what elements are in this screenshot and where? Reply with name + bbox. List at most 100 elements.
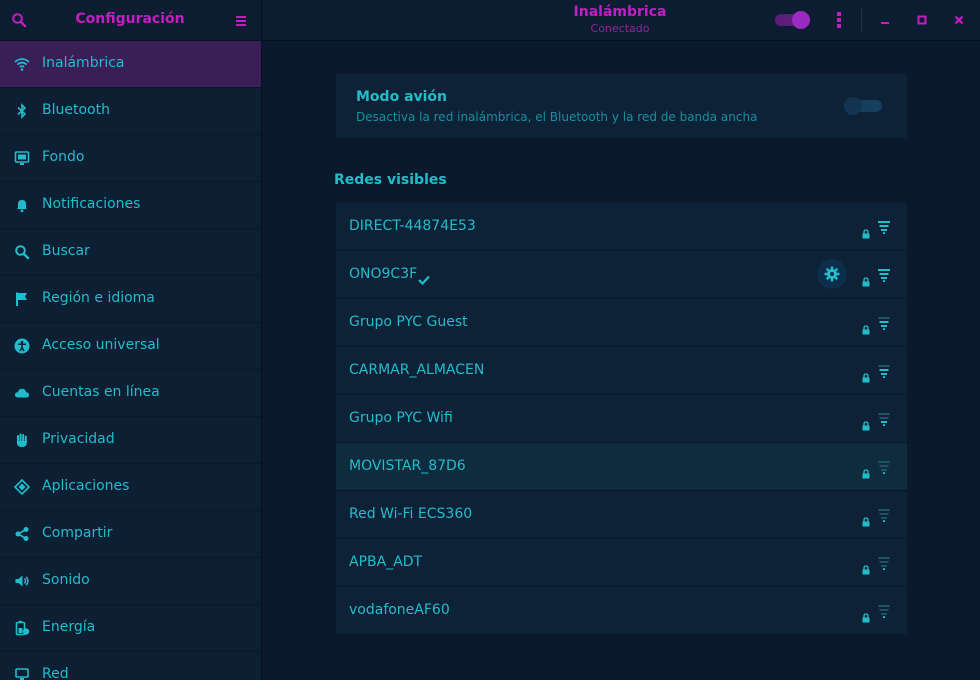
sidebar-item-label: Región e idioma (42, 290, 155, 306)
minimize-button[interactable] (877, 12, 893, 28)
network-name: vodafoneAF60 (349, 602, 450, 618)
header-bar: Configuración Inalámbrica Conectado (0, 0, 980, 41)
network-name: Grupo PYC Guest (349, 314, 468, 330)
sidebar-item-compartir[interactable]: Compartir (0, 511, 261, 558)
wifi-signal-icon (877, 507, 891, 522)
sidebar-item-aplicaciones[interactable]: Aplicaciones (0, 464, 261, 511)
wifi-toggle-switch[interactable] (775, 11, 811, 29)
sidebar-item-notificaciones[interactable]: Notificaciones (0, 182, 261, 229)
wifi-signal-icon (877, 411, 891, 426)
sidebar-item-sonido[interactable]: Sonido (0, 558, 261, 605)
main-panel: Modo avión Desactiva la red inalámbrica,… (262, 41, 980, 680)
airplane-mode-card: Modo avión Desactiva la red inalámbrica,… (335, 73, 908, 139)
sidebar-header: Configuración (0, 0, 262, 40)
toggle-knob (792, 11, 810, 29)
sidebar-item-label: Sonido (42, 572, 90, 588)
network-name: MOVISTAR_87D6 (349, 458, 466, 474)
sidebar-item-label: Notificaciones (42, 196, 141, 212)
toggle-knob (844, 97, 862, 115)
accessibility-icon (14, 338, 30, 354)
sidebar-item-cuentas-en-linea[interactable]: Cuentas en línea (0, 370, 261, 417)
sidebar-item-region-idioma[interactable]: Región e idioma (0, 276, 261, 323)
wifi-signal-icon (877, 315, 891, 330)
wifi-signal-icon (877, 219, 891, 234)
network-row-grupo-pyc-guest[interactable]: Grupo PYC Guest (336, 299, 907, 347)
wifi-signal-icon (877, 267, 891, 282)
app-title: Configuración (75, 11, 185, 27)
sidebar-item-label: Buscar (42, 243, 90, 259)
wifi-signal-icon (877, 603, 891, 618)
network-name: Grupo PYC Wifi (349, 410, 453, 426)
header-separator (861, 8, 862, 32)
maximize-button[interactable] (914, 12, 930, 28)
share-icon (14, 526, 30, 542)
bell-icon (14, 197, 30, 213)
network-name: CARMAR_ALMACEN (349, 362, 485, 378)
wifi-icon (14, 56, 30, 72)
sidebar-item-label: Privacidad (42, 431, 115, 447)
close-button[interactable] (951, 12, 967, 28)
network-settings-gear-icon[interactable] (817, 259, 847, 289)
panel-heading: Inalámbrica Conectado (520, 3, 720, 37)
network-name: DIRECT-44874E53 (349, 218, 476, 234)
lock-icon (862, 320, 870, 335)
network-row-carmar-almacen[interactable]: CARMAR_ALMACEN (336, 347, 907, 395)
battery-icon (14, 620, 30, 636)
apps-icon (13, 478, 31, 496)
lock-icon (862, 368, 870, 383)
sidebar-item-bluetooth[interactable]: Bluetooth (0, 88, 261, 135)
speaker-icon (14, 573, 30, 589)
sidebar-item-red[interactable]: Red (0, 652, 261, 680)
sidebar-item-label: Compartir (42, 525, 113, 541)
hand-icon (14, 432, 30, 448)
network-icon (14, 667, 30, 680)
network-row-red-wi-fi-ecs360[interactable]: Red Wi-Fi ECS360 (336, 491, 907, 539)
kebab-menu-icon[interactable] (835, 11, 843, 29)
panel-subtitle: Conectado (590, 22, 650, 35)
sidebar-item-energia[interactable]: Energía (0, 605, 261, 652)
sidebar-item-label: Inalámbrica (42, 55, 125, 71)
search-icon[interactable] (11, 12, 27, 28)
panel-title: Inalámbrica (573, 4, 667, 20)
sidebar-item-label: Acceso universal (42, 337, 160, 353)
lock-icon (862, 416, 870, 431)
network-row-ono9c3f[interactable]: ONO9C3F (336, 251, 907, 299)
network-row-direct-44874e53[interactable]: DIRECT-44874E53 (336, 203, 907, 251)
lock-icon (862, 272, 870, 287)
sidebar-item-acceso-universal[interactable]: Acceso universal (0, 323, 261, 370)
wifi-signal-icon (877, 363, 891, 378)
network-name: ONO9C3F (349, 266, 418, 282)
flag-icon (14, 291, 30, 307)
wifi-signal-icon (877, 459, 891, 474)
sidebar: Inalámbrica Bluetooth Fondo Notificacion… (0, 41, 262, 680)
search-icon (14, 244, 30, 260)
bluetooth-icon (14, 103, 30, 119)
visible-networks-heading: Redes visibles (334, 172, 447, 188)
sidebar-item-buscar[interactable]: Buscar (0, 229, 261, 276)
sidebar-item-inalambrica[interactable]: Inalámbrica (0, 41, 261, 88)
network-row-apba-adt[interactable]: APBA_ADT (336, 539, 907, 587)
connected-check-icon (418, 270, 430, 286)
background-icon (14, 150, 30, 166)
lock-icon (862, 224, 870, 239)
network-row-movistar-87d6[interactable]: MOVISTAR_87D6 (336, 443, 907, 491)
sidebar-item-fondo[interactable]: Fondo (0, 135, 261, 182)
lock-icon (862, 560, 870, 575)
sidebar-item-label: Bluetooth (42, 102, 110, 118)
lock-icon (862, 608, 870, 623)
lock-icon (862, 512, 870, 527)
cloud-icon (14, 385, 30, 401)
network-name: APBA_ADT (349, 554, 423, 570)
hamburger-menu-icon[interactable] (234, 13, 248, 27)
network-list: DIRECT-44874E53 ONO9C3F Grupo PYC Guest CAR… (335, 202, 908, 635)
wifi-signal-icon (877, 555, 891, 570)
airplane-mode-switch[interactable] (844, 97, 882, 115)
sidebar-item-label: Red (42, 666, 69, 680)
network-row-vodafoneaf60[interactable]: vodafoneAF60 (336, 587, 907, 634)
sidebar-item-privacidad[interactable]: Privacidad (0, 417, 261, 464)
airplane-mode-description: Desactiva la red inalámbrica, el Bluetoo… (356, 110, 758, 124)
network-name: Red Wi-Fi ECS360 (349, 506, 473, 522)
sidebar-item-label: Cuentas en línea (42, 384, 160, 400)
sidebar-item-label: Energía (42, 619, 96, 635)
network-row-grupo-pyc-wifi[interactable]: Grupo PYC Wifi (336, 395, 907, 443)
